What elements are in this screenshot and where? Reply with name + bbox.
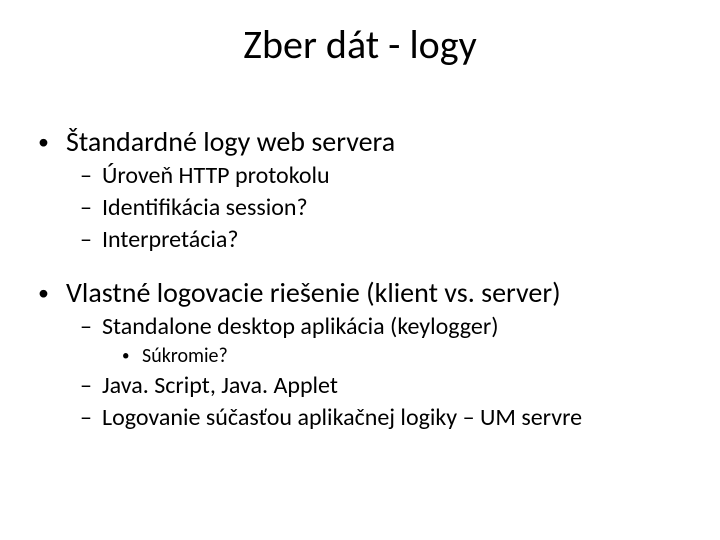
list-item-text: Logovanie súčasťou aplikačnej logiky – U… xyxy=(102,403,582,433)
dash-icon: – xyxy=(80,403,102,433)
list-item: – Interpretácia? xyxy=(80,225,688,255)
slide: Zber dát - logy • Štandardné logy web se… xyxy=(0,0,720,540)
slide-body: • Štandardné logy web servera – Úroveň H… xyxy=(38,118,688,433)
list-item-text: Identifikácia session? xyxy=(102,193,308,223)
list-item: – Úroveň HTTP protokolu xyxy=(80,161,688,191)
list-item: – Standalone desktop aplikácia (keylogge… xyxy=(80,312,688,342)
dash-icon: – xyxy=(80,312,102,342)
list-item-text: Standalone desktop aplikácia (keylogger) xyxy=(102,312,498,342)
list-item-text: Interpretácia? xyxy=(102,225,239,255)
list-item: – Identifikácia session? xyxy=(80,193,688,223)
list-item-text: Súkromie? xyxy=(142,344,228,369)
bullet-icon: • xyxy=(38,124,66,159)
list-item: • Súkromie? xyxy=(122,344,688,369)
bullet-icon: • xyxy=(122,344,142,369)
list-item: – Java. Script, Java. Applet xyxy=(80,371,688,401)
dash-icon: – xyxy=(80,225,102,255)
list-item-text: Java. Script, Java. Applet xyxy=(102,371,338,401)
list-item: • Štandardné logy web servera xyxy=(38,124,688,159)
list-item-text: Vlastné logovacie riešenie (klient vs. s… xyxy=(66,275,561,310)
dash-icon: – xyxy=(80,193,102,223)
dash-icon: – xyxy=(80,371,102,401)
list-item-text: Úroveň HTTP protokolu xyxy=(102,161,330,191)
bullet-icon: • xyxy=(38,275,66,310)
dash-icon: – xyxy=(80,161,102,191)
slide-title: Zber dát - logy xyxy=(0,20,720,69)
list-item-text: Štandardné logy web servera xyxy=(66,124,395,159)
spacer xyxy=(38,255,688,269)
list-item: – Logovanie súčasťou aplikačnej logiky –… xyxy=(80,403,688,433)
list-item: • Vlastné logovacie riešenie (klient vs.… xyxy=(38,275,688,310)
